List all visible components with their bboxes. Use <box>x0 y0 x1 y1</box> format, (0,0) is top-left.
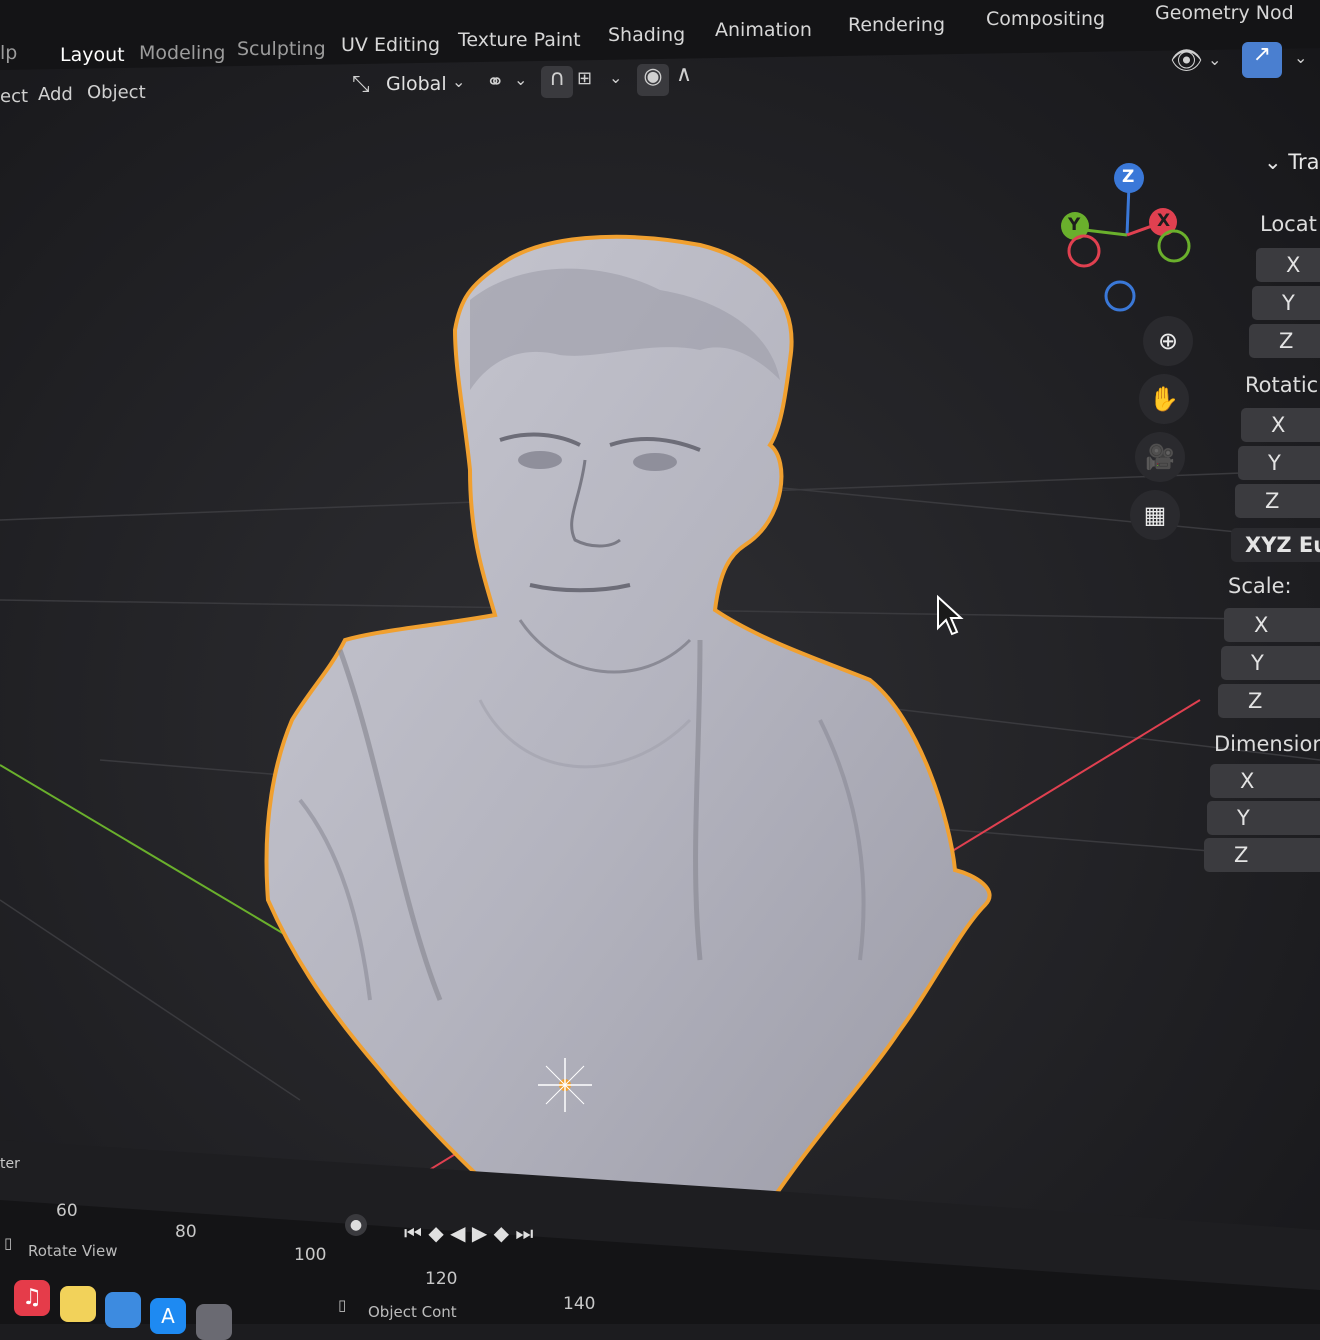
tab-uv-editing[interactable]: UV Editing <box>341 34 440 56</box>
system-settings-icon[interactable] <box>196 1304 232 1340</box>
perspective-grid-icon[interactable]: ▦ <box>1130 490 1180 540</box>
location-y-label: Y <box>1282 291 1295 315</box>
frame-label: 140 <box>563 1294 596 1314</box>
tab-compositing[interactable]: Compositing <box>986 8 1105 30</box>
select-menu[interactable]: ect <box>0 86 28 107</box>
add-menu[interactable]: Add <box>38 84 73 105</box>
rotation-mode-label: XYZ Eu <box>1245 533 1320 557</box>
play-icon[interactable]: ▶ <box>472 1221 487 1245</box>
tab-texture-paint[interactable]: Texture Paint <box>458 29 581 51</box>
pan-hand-icon[interactable]: ✋ <box>1139 374 1189 424</box>
rotation-z-field[interactable]: Z <box>1235 484 1320 518</box>
tab-geometry-nodes[interactable]: Geometry Nod <box>1155 2 1294 24</box>
proportional-falloff-icon[interactable]: ∧ <box>676 62 692 87</box>
3d-viewport[interactable] <box>0 0 1320 1324</box>
rotation-x-field[interactable]: X <box>1241 408 1320 442</box>
snap-icon[interactable]: ∩ <box>541 66 573 98</box>
tab-sculpting[interactable]: Sculpting <box>237 38 326 60</box>
gizmo-z-label: Z <box>1122 167 1135 187</box>
playback-controls: ⏮ ◆ ◀ ▶ ◆ ⏭ <box>404 1221 533 1245</box>
prev-keyframe-icon[interactable]: ◆ <box>428 1221 443 1245</box>
scale-x-label: X <box>1254 613 1269 637</box>
frame-label: 120 <box>425 1269 458 1289</box>
tab-modeling[interactable]: Modeling <box>139 42 225 64</box>
transform-panel-title: Tra <box>1288 150 1320 174</box>
chevron-down-icon[interactable]: ⌄ <box>514 70 527 89</box>
tab-animation[interactable]: Animation <box>715 19 812 41</box>
rotation-z-label: Z <box>1265 489 1280 513</box>
rotation-label: Rotatic <box>1245 373 1319 397</box>
chevron-down-icon[interactable]: ⌄ <box>452 72 465 91</box>
freeform-app-icon[interactable] <box>105 1292 141 1328</box>
dimensions-x-field[interactable]: X <box>1210 764 1320 798</box>
dimensions-z-field[interactable]: Z <box>1204 838 1320 872</box>
rotation-y-field[interactable]: Y <box>1238 446 1320 480</box>
location-x-field[interactable]: X <box>1256 248 1320 282</box>
app-store-icon[interactable]: A <box>150 1298 186 1334</box>
tab-layout[interactable]: Layout <box>60 44 125 66</box>
chevron-down-icon: ⌄ <box>1264 150 1282 174</box>
zoom-icon[interactable]: ⊕ <box>1143 316 1193 366</box>
location-z-label: Z <box>1279 329 1294 353</box>
pivot-point-icon[interactable]: ⚭ <box>486 70 504 95</box>
proportional-editing-icon[interactable]: ◉ <box>637 64 669 96</box>
scale-x-field[interactable]: X <box>1224 608 1320 642</box>
location-y-field[interactable]: Y <box>1252 286 1320 320</box>
frame-label: 100 <box>294 1245 327 1265</box>
timeline-panel[interactable] <box>0 1140 1320 1324</box>
play-reverse-icon[interactable]: ◀ <box>450 1221 465 1245</box>
status-object-context: Object Cont <box>368 1303 457 1321</box>
rotation-x-label: X <box>1271 413 1286 437</box>
tab-rendering[interactable]: Rendering <box>848 14 945 36</box>
scale-y-field[interactable]: Y <box>1221 646 1320 680</box>
rotation-y-label: Y <box>1268 451 1281 475</box>
status-rotate-view: Rotate View <box>28 1242 118 1260</box>
dimensions-label: Dimensior <box>1214 732 1320 756</box>
scale-y-label: Y <box>1251 651 1264 675</box>
music-app-icon[interactable]: ♫ <box>14 1280 50 1316</box>
dimensions-x-label: X <box>1240 769 1255 793</box>
chevron-down-icon[interactable]: ⌄ <box>1208 50 1221 69</box>
tab-shading[interactable]: Shading <box>608 24 685 46</box>
scale-label: Scale: <box>1228 574 1292 598</box>
jump-end-icon[interactable]: ⏭ <box>515 1221 533 1245</box>
mouse-icon: ▯ <box>338 1296 347 1314</box>
gizmo-y-label: Y <box>1068 215 1081 235</box>
jump-start-icon[interactable]: ⏮ <box>404 1221 422 1245</box>
location-x-label: X <box>1286 253 1301 277</box>
frame-label: 60 <box>56 1201 78 1221</box>
3d-cursor[interactable] <box>538 1058 592 1112</box>
timeline-editor-label: ter <box>0 1156 20 1172</box>
mouse-icon: ▯ <box>4 1234 13 1252</box>
frame-label: 80 <box>175 1222 197 1242</box>
visibility-eye-icon[interactable]: 👁 <box>1170 46 1203 76</box>
snap-increment-icon[interactable]: ⊞ <box>577 68 592 89</box>
object-menu[interactable]: Object <box>87 82 146 103</box>
transform-panel-header[interactable]: ⌄ Tra <box>1264 150 1320 174</box>
dimensions-z-label: Z <box>1234 843 1249 867</box>
chevron-down-icon[interactable]: ⌄ <box>1294 48 1307 67</box>
dimensions-y-label: Y <box>1237 806 1250 830</box>
location-label: Locat <box>1260 212 1317 236</box>
help-menu[interactable]: lp <box>0 42 17 64</box>
dimensions-y-field[interactable]: Y <box>1207 801 1320 835</box>
scale-z-field[interactable]: Z <box>1218 684 1320 718</box>
rotation-mode-dropdown[interactable]: XYZ Eu <box>1231 528 1320 562</box>
gizmo-toggle-icon[interactable]: ↗ <box>1242 42 1282 78</box>
location-z-field[interactable]: Z <box>1249 324 1320 358</box>
transform-orientation-dropdown[interactable]: Global <box>386 73 447 95</box>
next-keyframe-icon[interactable]: ◆ <box>494 1221 509 1245</box>
transform-orientation-icon: ⤡ <box>352 72 370 97</box>
record-keyframe-icon[interactable]: ● <box>345 1214 367 1236</box>
camera-view-icon[interactable]: 🎥 <box>1135 432 1185 482</box>
scale-z-label: Z <box>1248 689 1263 713</box>
notes-app-icon[interactable] <box>60 1286 96 1322</box>
gizmo-x-label: X <box>1157 211 1171 231</box>
chevron-down-icon[interactable]: ⌄ <box>609 68 622 87</box>
